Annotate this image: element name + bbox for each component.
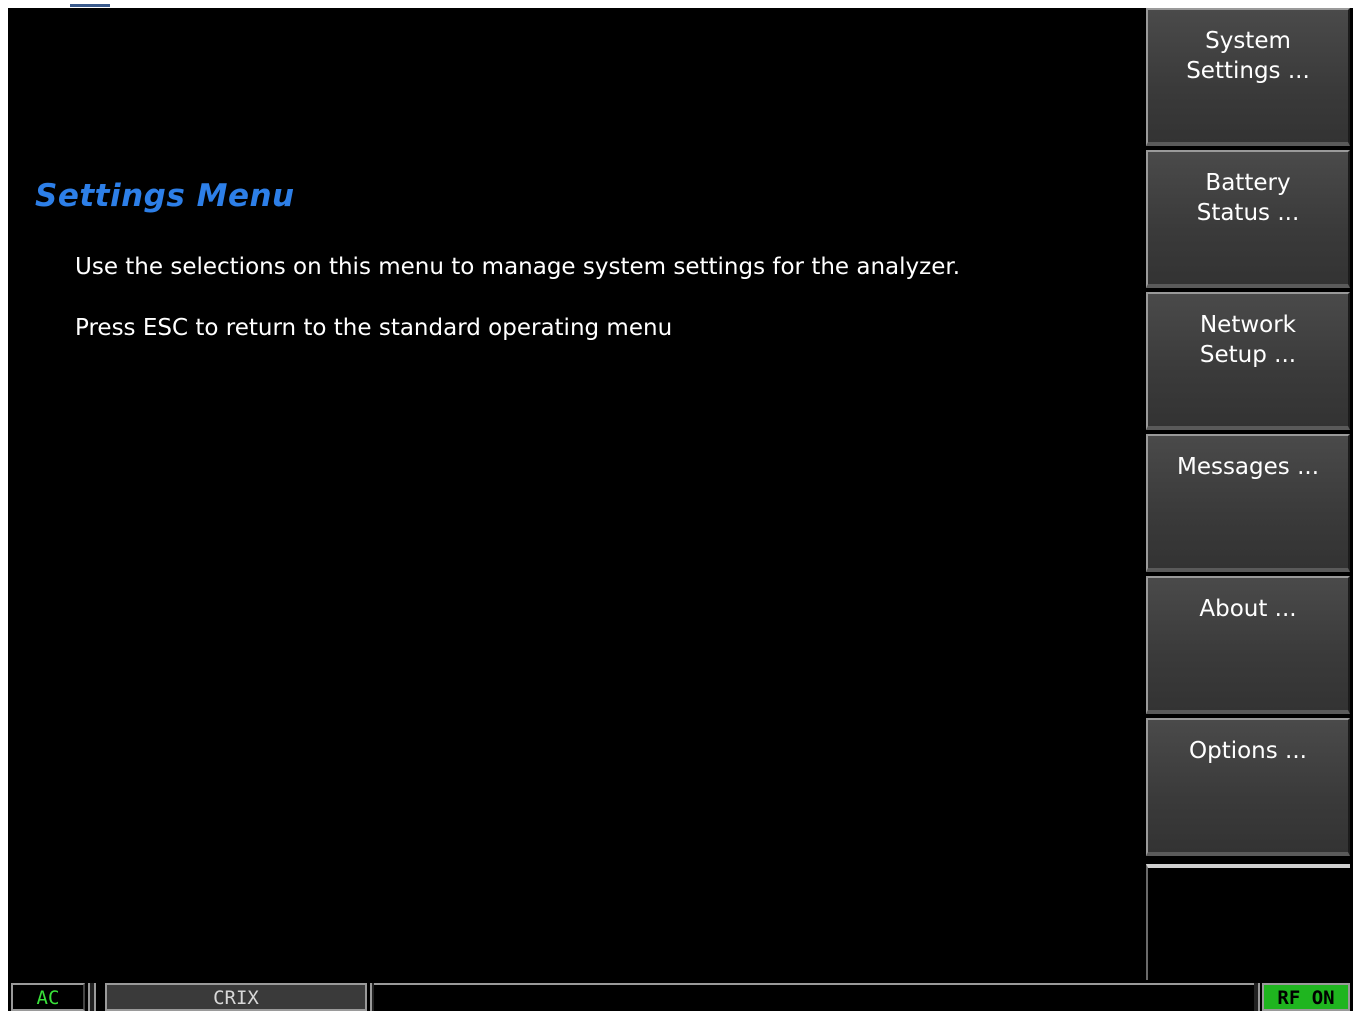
softkey-label: Messages ...: [1148, 452, 1348, 482]
status-message-area: [374, 983, 1254, 1011]
softkey-label-line2: Status ...: [1196, 200, 1300, 226]
main-panel: Settings Menu Use the selections on this…: [8, 8, 1143, 980]
softkey-label-line1: Battery: [1205, 170, 1291, 196]
softkey-label: About ...: [1148, 594, 1348, 624]
status-divider: [1254, 983, 1260, 1011]
softkey-label: Battery Status ...: [1148, 168, 1348, 228]
softkey-label-line1: About ...: [1199, 596, 1297, 622]
analyzer-screen: Settings Menu Use the selections on this…: [8, 8, 1353, 1011]
softkey-label-line2: Setup ...: [1199, 342, 1297, 368]
top-border: [0, 0, 1353, 8]
battery-status-button[interactable]: Battery Status ...: [1146, 150, 1350, 288]
system-settings-button[interactable]: System Settings ...: [1146, 8, 1350, 146]
softkey-label-line1: System: [1205, 28, 1291, 54]
softkey-label-line1: Messages ...: [1176, 454, 1320, 480]
softkey-label: Options ...: [1148, 736, 1348, 766]
status-divider: [88, 983, 96, 1011]
softkey-label-line1: Network: [1199, 312, 1297, 338]
options-button[interactable]: Options ...: [1146, 718, 1350, 856]
softkey-label: Network Setup ...: [1148, 310, 1348, 370]
softkey-panel: System Settings ... Battery Status ... Net…: [1143, 8, 1353, 980]
description-text: Use the selections on this menu to manag…: [75, 254, 961, 280]
rf-status-badge: RF ON: [1262, 983, 1350, 1011]
esc-hint-text: Press ESC to return to the standard oper…: [75, 315, 673, 341]
page-title: Settings Menu: [35, 178, 295, 214]
blank-softkey-area: [1146, 864, 1350, 980]
top-accent: [70, 4, 110, 7]
network-setup-button[interactable]: Network Setup ...: [1146, 292, 1350, 430]
softkey-label-line2: Settings ...: [1186, 58, 1310, 84]
mode-indicator: CRIX: [105, 983, 367, 1011]
softkey-label-line1: Options ...: [1189, 738, 1307, 764]
about-button[interactable]: About ...: [1146, 576, 1350, 714]
power-source-indicator: AC: [11, 983, 85, 1011]
messages-button[interactable]: Messages ...: [1146, 434, 1350, 572]
status-bar: AC CRIX RF ON: [8, 980, 1353, 1011]
softkey-label: System Settings ...: [1148, 26, 1348, 86]
